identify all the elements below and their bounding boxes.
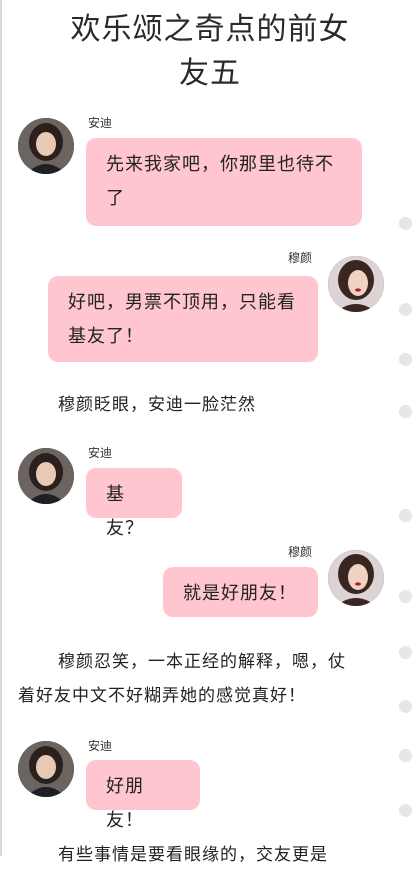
andi-avatar-icon[interactable] (18, 741, 74, 797)
scroll-dot (399, 303, 412, 316)
chat-bubble: 好朋友！ (86, 760, 200, 831)
muyan-avatar-icon[interactable] (328, 256, 384, 312)
sender-name: 安迪 (88, 446, 113, 460)
narration-text: 穆颜眨眼，安迪一脸茫然 (58, 395, 256, 415)
narration-text: 有些事情是要看眼缘的，交友更是 (58, 845, 328, 865)
title-line-2: 友五 (179, 56, 241, 91)
chat-bubble: 好吧，男票不顶用，只能看基友了！ (48, 276, 318, 362)
scroll-dot (399, 646, 412, 659)
sender-name: 安迪 (88, 116, 113, 130)
chat-bubble: 就是好朋友！ (163, 567, 318, 617)
scroll-dot (399, 405, 412, 418)
sender-name: 安迪 (88, 739, 113, 753)
scroll-dot (399, 804, 412, 817)
scroll-dot (399, 509, 412, 522)
scroll-dot (399, 217, 412, 230)
chat-bubble: 基友？ (86, 468, 182, 539)
scroll-dot (399, 353, 412, 366)
muyan-avatar-icon[interactable] (328, 550, 384, 606)
narration-text: 着好友中文不好糊弄她的感觉真好！ (18, 686, 306, 706)
scroll-dot (399, 749, 412, 762)
andi-avatar-icon[interactable] (18, 448, 74, 504)
sender-name: 穆颜 (288, 545, 313, 559)
chat-bubble: 先来我家吧，你那里也待不了 (86, 138, 362, 226)
title-line-1: 欢乐颂之奇点的前女 (70, 12, 350, 47)
sender-name: 穆颜 (288, 251, 313, 265)
scroll-dot (399, 590, 412, 603)
page-left-border (0, 0, 2, 856)
andi-avatar-icon[interactable] (18, 118, 74, 174)
scroll-dot (399, 700, 412, 713)
narration-text: 穆颜忍笑，一本正经的解释，嗯，仗 (58, 652, 346, 672)
page-title: 欢乐颂之奇点的前女 友五 (0, 8, 420, 96)
